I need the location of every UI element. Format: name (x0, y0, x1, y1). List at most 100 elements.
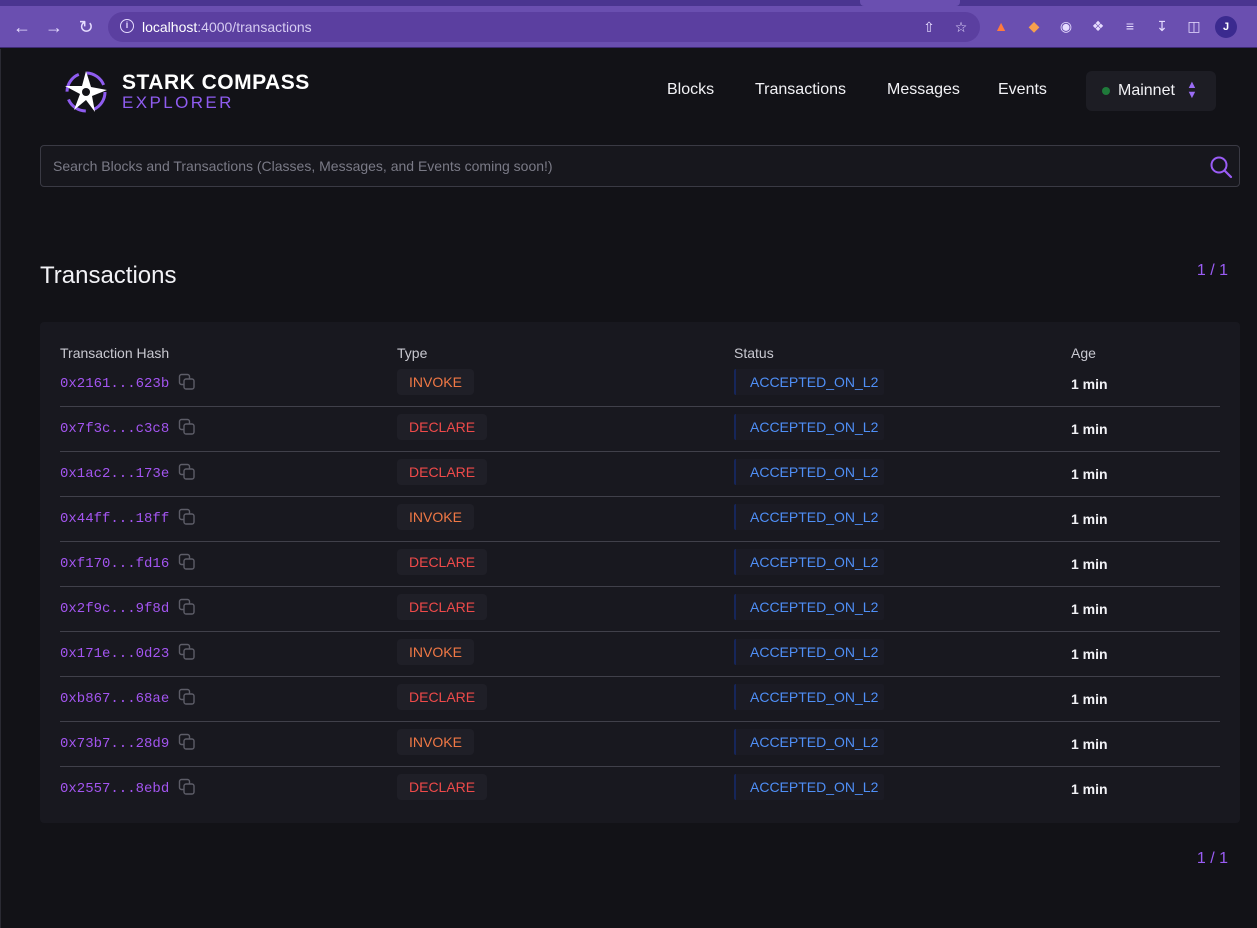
transaction-hash-link[interactable]: 0x73b7...28d9 (60, 736, 169, 752)
type-badge: INVOKE (397, 639, 474, 665)
type-badge: DECLARE (397, 774, 488, 800)
transaction-hash-link[interactable]: 0x2f9c...9f8d (60, 601, 169, 617)
forward-icon[interactable]: → (43, 16, 65, 38)
url-path: :4000/transactions (197, 19, 312, 35)
copy-icon[interactable] (178, 373, 196, 391)
type-badge: DECLARE (397, 414, 488, 440)
table-row[interactable]: 0x44ff...18ff INVOKE ACCEPTED_ON_L2 1 min (60, 497, 1220, 542)
table-row[interactable]: 0xf170...fd16 DECLARE ACCEPTED_ON_L2 1 min (60, 542, 1220, 587)
logo[interactable]: STARK COMPASS EXPLORER (62, 68, 309, 116)
bookmark-star-icon[interactable]: ☆ (952, 18, 970, 36)
network-status-dot (1102, 87, 1110, 95)
status-badge: ACCEPTED_ON_L2 (734, 684, 885, 710)
column-header-hash: Transaction Hash (60, 345, 170, 361)
extensions-puzzle-icon[interactable]: ❖ (1089, 17, 1107, 35)
extension-a-icon[interactable]: ▲ (992, 17, 1010, 35)
search-icon[interactable] (1209, 155, 1233, 179)
column-header-age: Age (1071, 345, 1096, 361)
brand-subtitle: EXPLORER (122, 93, 234, 112)
copy-icon[interactable] (178, 508, 196, 526)
type-badge: DECLARE (397, 594, 488, 620)
table-row[interactable]: 0x7f3c...c3c8 DECLARE ACCEPTED_ON_L2 1 min (60, 407, 1220, 452)
metamask-icon[interactable]: ◆ (1025, 17, 1043, 35)
url-host: localhost (142, 19, 198, 35)
address-bar[interactable]: i localhost:4000/transactions ⇧ ☆ (108, 12, 980, 42)
profile-avatar[interactable]: J (1215, 16, 1237, 38)
age-value: 1 min (1071, 781, 1108, 797)
chevron-up-down-icon: ▲ ▼ (1186, 79, 1198, 101)
age-value: 1 min (1071, 556, 1108, 572)
transaction-hash-link[interactable]: 0x44ff...18ff (60, 511, 169, 527)
age-value: 1 min (1071, 691, 1108, 707)
table-row[interactable]: 0x2161...623b INVOKE ACCEPTED_ON_L2 1 min (60, 362, 1220, 407)
pagination-bottom[interactable]: 1 / 1 (1180, 850, 1228, 868)
transaction-hash-link[interactable]: 0x7f3c...c3c8 (60, 421, 169, 437)
transaction-hash-link[interactable]: 0xf170...fd16 (60, 556, 169, 572)
status-badge: ACCEPTED_ON_L2 (734, 774, 885, 800)
copy-icon[interactable] (178, 553, 196, 571)
status-badge: ACCEPTED_ON_L2 (734, 504, 885, 530)
status-badge: ACCEPTED_ON_L2 (734, 369, 885, 395)
table-row[interactable]: 0x73b7...28d9 INVOKE ACCEPTED_ON_L2 1 min (60, 722, 1220, 767)
type-badge: INVOKE (397, 504, 474, 530)
transaction-hash-link[interactable]: 0x1ac2...173e (60, 466, 169, 482)
copy-icon[interactable] (178, 778, 196, 796)
network-selector[interactable]: Mainnet ▲ ▼ (1086, 71, 1216, 111)
status-badge: ACCEPTED_ON_L2 (734, 459, 885, 485)
table-row[interactable]: 0x171e...0d23 INVOKE ACCEPTED_ON_L2 1 min (60, 632, 1220, 677)
age-value: 1 min (1071, 421, 1108, 437)
copy-icon[interactable] (178, 688, 196, 706)
site-info-icon[interactable]: i (120, 19, 134, 33)
nav-messages[interactable]: Messages (887, 81, 960, 99)
status-badge: ACCEPTED_ON_L2 (734, 639, 885, 665)
nav-blocks[interactable]: Blocks (667, 81, 714, 99)
transaction-hash-link[interactable]: 0x171e...0d23 (60, 646, 169, 662)
table-row[interactable]: 0x1ac2...173e DECLARE ACCEPTED_ON_L2 1 min (60, 452, 1220, 497)
page-title: Transactions (40, 262, 177, 289)
table-row[interactable]: 0xb867...68ae DECLARE ACCEPTED_ON_L2 1 min (60, 677, 1220, 722)
copy-icon[interactable] (178, 598, 196, 616)
search-placeholder: Search Blocks and Transactions (Classes,… (53, 158, 553, 174)
nav-events[interactable]: Events (998, 81, 1047, 99)
type-badge: INVOKE (397, 369, 474, 395)
age-value: 1 min (1071, 736, 1108, 752)
back-icon[interactable]: ← (11, 16, 33, 38)
copy-icon[interactable] (178, 643, 196, 661)
status-badge: ACCEPTED_ON_L2 (734, 414, 885, 440)
status-badge: ACCEPTED_ON_L2 (734, 729, 885, 755)
age-value: 1 min (1071, 376, 1108, 392)
copy-icon[interactable] (178, 418, 196, 436)
reload-icon[interactable]: ↻ (75, 16, 97, 38)
age-value: 1 min (1071, 646, 1108, 662)
type-badge: INVOKE (397, 729, 474, 755)
pagination-top[interactable]: 1 / 1 (1180, 262, 1228, 280)
type-badge: DECLARE (397, 459, 488, 485)
reading-list-icon[interactable]: ≡ (1121, 17, 1139, 35)
copy-icon[interactable] (178, 733, 196, 751)
browser-toolbar: ← → ↻ i localhost:4000/transactions ⇧ ☆ … (0, 0, 1257, 48)
status-badge: ACCEPTED_ON_L2 (734, 594, 885, 620)
column-header-status: Status (734, 345, 774, 361)
brand-name: STARK COMPASS (122, 71, 310, 94)
type-badge: DECLARE (397, 549, 488, 575)
age-value: 1 min (1071, 601, 1108, 617)
age-value: 1 min (1071, 511, 1108, 527)
transaction-hash-link[interactable]: 0x2557...8ebd (60, 781, 169, 797)
nav-transactions[interactable]: Transactions (755, 81, 846, 99)
browser-tab-strip (0, 0, 1257, 6)
transaction-hash-link[interactable]: 0xb867...68ae (60, 691, 169, 707)
browser-tab[interactable] (860, 0, 960, 6)
status-badge: ACCEPTED_ON_L2 (734, 549, 885, 575)
age-value: 1 min (1071, 466, 1108, 482)
table-row[interactable]: 0x2557...8ebd DECLARE ACCEPTED_ON_L2 1 min (60, 767, 1220, 812)
download-icon[interactable]: ↧ (1153, 17, 1171, 35)
search-input[interactable]: Search Blocks and Transactions (Classes,… (40, 145, 1240, 187)
copy-icon[interactable] (178, 463, 196, 481)
share-icon[interactable]: ⇧ (920, 18, 938, 36)
table-row[interactable]: 0x2f9c...9f8d DECLARE ACCEPTED_ON_L2 1 min (60, 587, 1220, 632)
transaction-hash-link[interactable]: 0x2161...623b (60, 376, 169, 392)
extension-glasses-icon[interactable]: ◉ (1057, 17, 1075, 35)
network-label: Mainnet (1118, 82, 1175, 99)
side-panel-icon[interactable]: ◫ (1185, 17, 1203, 35)
url-text[interactable]: localhost:4000/transactions (142, 19, 312, 35)
